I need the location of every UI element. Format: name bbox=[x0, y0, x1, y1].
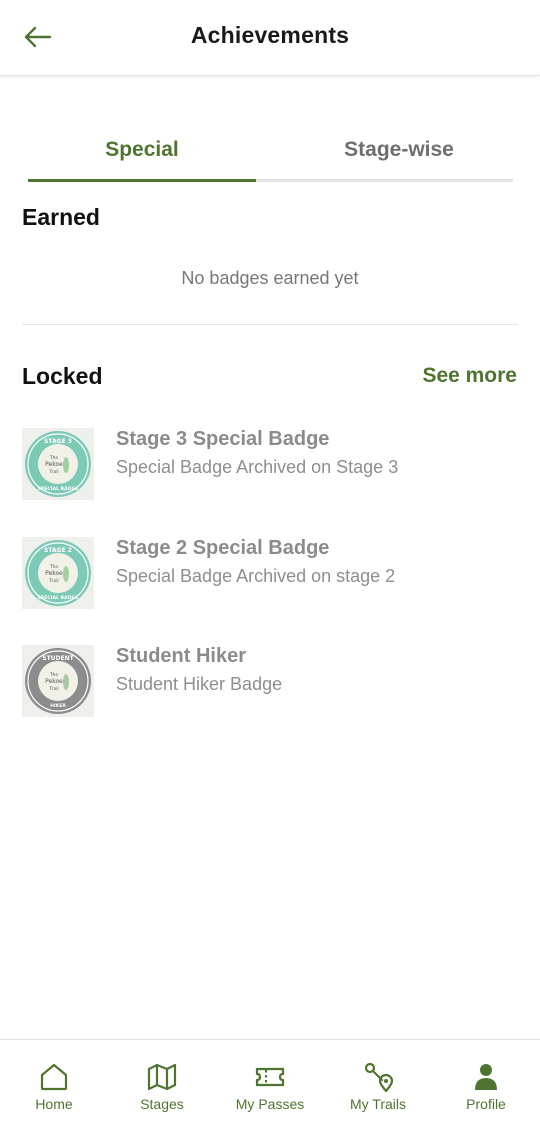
nav-label: Home bbox=[35, 1096, 73, 1112]
nav-my-trails[interactable]: My Trails bbox=[328, 1040, 428, 1127]
empty-state-text: No badges earned yet bbox=[181, 268, 359, 288]
top-app-bar: Achievements bbox=[0, 0, 540, 76]
svg-text:HIKER: HIKER bbox=[50, 703, 66, 709]
home-icon bbox=[40, 1063, 68, 1091]
badge-emblem-icon: STUDENT HIKER The Pekoe Trail bbox=[25, 648, 91, 714]
section-divider bbox=[22, 324, 518, 325]
badge-title: Stage 2 Special Badge bbox=[116, 537, 330, 559]
svg-text:STUDENT: STUDENT bbox=[42, 655, 74, 662]
svg-text:Pekoe: Pekoe bbox=[45, 678, 63, 685]
badge-image: STUDENT HIKER The Pekoe Trail bbox=[22, 645, 94, 717]
badge-title: Student Hiker bbox=[116, 645, 247, 667]
svg-text:Trail: Trail bbox=[48, 686, 58, 692]
svg-text:Pekoe: Pekoe bbox=[45, 570, 63, 577]
map-icon bbox=[147, 1063, 177, 1091]
tab-special[interactable]: Special bbox=[28, 128, 256, 176]
badge-list-item[interactable]: STAGE 3 SPECIAL BADGE The Pekoe Trail St… bbox=[22, 428, 522, 502]
badge-image: STAGE 2 SPECIAL BADGE The Pekoe Trail bbox=[22, 537, 94, 609]
badge-emblem-icon: STAGE 2 SPECIAL BADGE The Pekoe Trail bbox=[25, 540, 91, 606]
badge-subtitle: Special Badge Archived on Stage 3 bbox=[116, 457, 399, 477]
nav-my-passes[interactable]: My Passes bbox=[220, 1040, 320, 1127]
svg-text:SPECIAL BADGE: SPECIAL BADGE bbox=[38, 486, 79, 492]
earned-section-title: Earned bbox=[22, 204, 100, 230]
svg-text:STAGE 2: STAGE 2 bbox=[44, 547, 72, 554]
nav-profile[interactable]: Profile bbox=[436, 1040, 536, 1127]
svg-text:STAGE 3: STAGE 3 bbox=[44, 438, 72, 445]
ticket-icon bbox=[255, 1067, 285, 1087]
badge-title: Stage 3 Special Badge bbox=[116, 428, 330, 450]
svg-text:Pekoe: Pekoe bbox=[45, 461, 63, 468]
active-tab-indicator bbox=[28, 179, 256, 182]
page-title: Achievements bbox=[190, 22, 350, 48]
nav-home[interactable]: Home bbox=[4, 1040, 104, 1127]
nav-label: Profile bbox=[466, 1096, 506, 1112]
badge-list-item[interactable]: STUDENT HIKER The Pekoe Trail Student Hi… bbox=[22, 645, 522, 719]
badge-list-item[interactable]: STAGE 2 SPECIAL BADGE The Pekoe Trail St… bbox=[22, 537, 522, 611]
badge-image: STAGE 3 SPECIAL BADGE The Pekoe Trail bbox=[22, 428, 94, 500]
svg-text:SPECIAL BADGE: SPECIAL BADGE bbox=[38, 595, 79, 601]
nav-label: My Trails bbox=[350, 1096, 406, 1112]
svg-text:Trail: Trail bbox=[48, 578, 58, 584]
user-icon bbox=[475, 1064, 497, 1090]
badge-subtitle: Student Hiker Badge bbox=[116, 674, 283, 694]
badge-subtitle: Special Badge Archived on stage 2 bbox=[116, 566, 396, 586]
locked-section-title: Locked bbox=[22, 363, 103, 389]
route-icon bbox=[364, 1062, 394, 1093]
nav-stages[interactable]: Stages bbox=[112, 1040, 212, 1127]
nav-label: Stages bbox=[140, 1096, 184, 1112]
tab-bar: Special Stage-wise bbox=[28, 128, 513, 182]
tab-stage-wise[interactable]: Stage-wise bbox=[285, 128, 513, 176]
bottom-navigation: Home Stages My Passes My Trails Profile bbox=[0, 1039, 540, 1127]
badge-emblem-icon: STAGE 3 SPECIAL BADGE The Pekoe Trail bbox=[25, 431, 91, 497]
nav-label: My Passes bbox=[235, 1096, 305, 1112]
see-more-link[interactable]: See more bbox=[422, 364, 517, 388]
svg-text:Trail: Trail bbox=[48, 469, 58, 475]
